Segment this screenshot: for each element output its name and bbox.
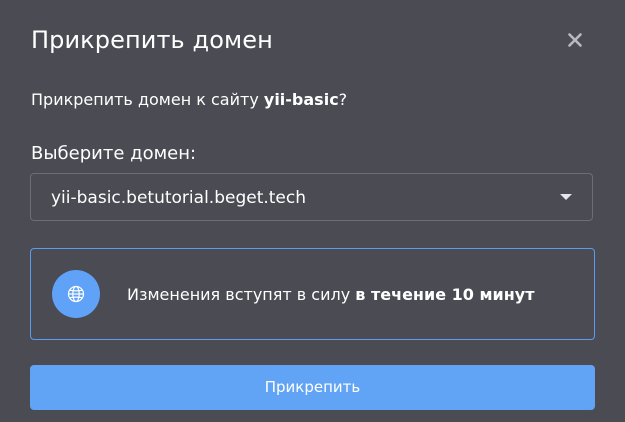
- info-notice: Изменения вступят в силу в течение 10 ми…: [30, 248, 595, 340]
- question-prefix: Прикрепить домен к сайту: [31, 90, 264, 109]
- globe-icon: [67, 285, 85, 303]
- chevron-down-icon: [560, 194, 572, 200]
- question-suffix: ?: [338, 90, 348, 109]
- attach-button[interactable]: Прикрепить: [30, 365, 595, 410]
- close-icon: [568, 33, 582, 47]
- globe-icon-badge: [52, 270, 100, 318]
- notice-text-bold: в течение 10 минут: [355, 285, 535, 304]
- site-name: yii-basic: [263, 90, 339, 109]
- notice-text: Изменения вступят в силу в течение 10 ми…: [127, 283, 535, 307]
- notice-text-prefix: Изменения вступят в силу: [127, 285, 356, 304]
- domain-select[interactable]: yii-basic.betutorial.beget.tech: [30, 173, 593, 221]
- attach-domain-dialog: Прикрепить домен Прикрепить домен к сайт…: [0, 0, 625, 422]
- selected-domain: yii-basic.betutorial.beget.tech: [51, 188, 307, 208]
- close-button[interactable]: [561, 26, 589, 54]
- attach-question: Прикрепить домен к сайту yii-basic?: [31, 88, 347, 112]
- dialog-title: Прикрепить домен: [31, 26, 273, 54]
- select-domain-label: Выберите домен:: [31, 143, 197, 164]
